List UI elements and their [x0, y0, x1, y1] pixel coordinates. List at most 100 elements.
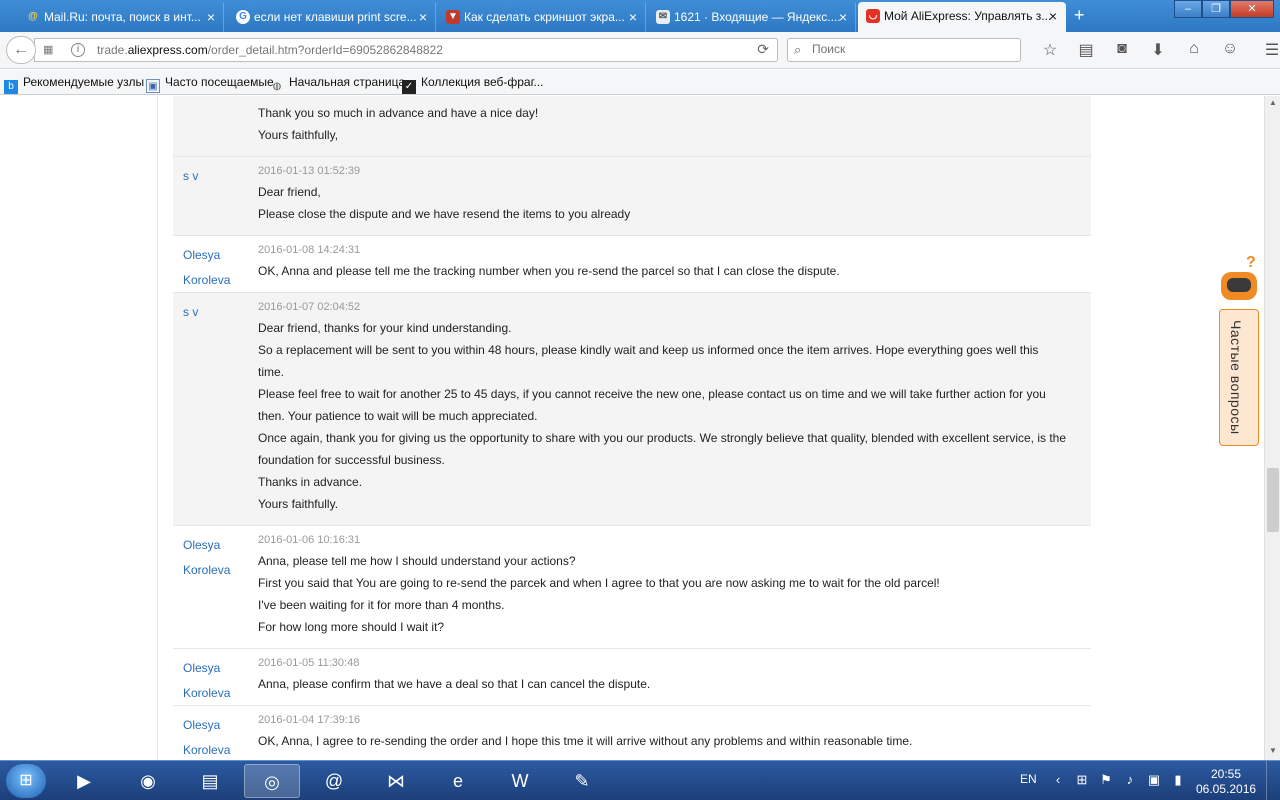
minimize-button[interactable]: –	[1174, 0, 1202, 18]
tab-label: Мой AliExpress: Управлять з...	[884, 9, 1052, 23]
message-text: Dear friend, thanks for your kind unders…	[258, 321, 512, 335]
firefox-icon[interactable]: ◎	[244, 764, 300, 798]
message-body: 2016-01-13 01:52:39 Dear friend, Please cl…	[258, 163, 1091, 225]
faq-button[interactable]: Частые вопросы	[1219, 309, 1259, 446]
message-text: Yours faithfully.	[258, 497, 339, 511]
info-icon[interactable]: i	[71, 43, 85, 57]
tab-label: Как сделать скриншот экра...	[464, 10, 625, 24]
menu-icon[interactable]: ☰	[1254, 40, 1280, 60]
paint-icon[interactable]: ✎	[554, 764, 610, 798]
tab-screenshot-howto[interactable]: ▼ Как сделать скриншот экра... ×	[438, 3, 646, 32]
tab-aliexpress[interactable]: ◡ Мой AliExpress: Управлять з... ×	[858, 2, 1066, 32]
maximize-button[interactable]: ❐	[1202, 0, 1230, 18]
message-body: 2016-01-07 02:04:52 Dear friend, thanks f…	[258, 299, 1091, 515]
message-item: Olesya Koroleva 2016-01-05 11:30:48 Anna, p…	[173, 649, 1091, 706]
grid-icon[interactable]: ▦	[43, 43, 57, 56]
message-item: Olesya Koroleva 2016-01-04 17:39:16 OK, Ann…	[173, 706, 1091, 760]
help-robot-icon[interactable]: ?	[1218, 254, 1260, 310]
message-date: 2016-01-13 01:52:39	[258, 165, 361, 177]
tab-mailru[interactable]: @ Mail.Ru: почта, поиск в инт... ×	[18, 3, 224, 32]
windows-taskbar: ⊞ ▶ ◉ ▤ ◎ @ ⋈ e W ✎ EN ‹ ⊞ ⚑ ♪ ▣ ▮ 20:55…	[0, 760, 1280, 800]
bookmark-frequent[interactable]: ▣ Часто посещаемые	[146, 75, 274, 93]
tab-yandex-mail[interactable]: ✉ 1621 · Входящие — Яндекс.... ×	[648, 3, 856, 32]
message-item: s v 2016-01-07 02:04:52 Dear friend, thank…	[173, 293, 1091, 526]
scroll-thumb[interactable]	[1267, 468, 1279, 532]
vertical-scrollbar[interactable]: ▲ ▼	[1264, 96, 1280, 760]
back-button[interactable]: ←	[6, 36, 36, 64]
volume-icon[interactable]: ♪	[1118, 772, 1142, 788]
close-icon[interactable]: ×	[1049, 2, 1057, 30]
media-player-icon[interactable]: ▶	[56, 764, 112, 798]
message-text: Dear friend,	[258, 185, 321, 199]
message-text: Please close the dispute and we have res…	[258, 207, 631, 221]
message-text: Thanks in advance.	[258, 475, 363, 489]
action-center-icon[interactable]: ⚑	[1094, 772, 1118, 788]
message-text: Anna, please confirm that we have a deal…	[258, 677, 651, 691]
navigation-bar: ▦ i trade.aliexpress.com/order_detail.ht…	[0, 32, 1280, 69]
new-tab-button[interactable]: +	[1074, 5, 1085, 26]
close-icon[interactable]: ×	[629, 3, 637, 31]
internet-explorer-icon[interactable]: e	[430, 764, 486, 798]
tab-google[interactable]: G если нет клавиши print scre... ×	[228, 3, 436, 32]
message-text: First you said that You are going to re-…	[258, 576, 940, 590]
search-input[interactable]	[812, 42, 1012, 56]
window-close-button[interactable]: ✕	[1230, 0, 1274, 18]
reading-list-icon[interactable]: ▤	[1068, 40, 1104, 60]
message-author[interactable]: Olesya Koroleva	[183, 533, 243, 583]
show-desktop-button[interactable]	[1266, 761, 1280, 800]
download-icon[interactable]: ⬇	[1140, 40, 1176, 60]
close-icon[interactable]: ×	[419, 3, 427, 31]
message-date: 2016-01-04 17:39:16	[258, 714, 361, 726]
mail-icon: ✉	[656, 10, 670, 24]
message-author[interactable]: Olesya Koroleva	[183, 243, 243, 293]
bookmark-home[interactable]: ◍ Начальная страница	[270, 75, 405, 94]
question-mark-icon: ?	[1246, 254, 1256, 271]
language-indicator[interactable]: EN	[1020, 772, 1037, 786]
url-text[interactable]: trade.aliexpress.com/order_detail.htm?or…	[97, 43, 443, 57]
close-icon[interactable]: ×	[839, 3, 847, 31]
message-body: 2016-01-06 10:16:31 Anna, please tell me …	[258, 532, 1091, 638]
message-date: 2016-01-07 02:04:52	[258, 301, 361, 313]
page-content: further action.Thank you so much in adva…	[0, 96, 1264, 760]
reload-icon[interactable]: ⟳	[757, 41, 769, 58]
message-text: OK, Anna, I agree to re-sending the orde…	[258, 734, 913, 748]
windows-flag-icon[interactable]: ⊞	[1070, 772, 1094, 788]
visual-studio-icon[interactable]: ⋈	[368, 764, 424, 798]
message-author[interactable]: Olesya Koroleva	[183, 713, 243, 760]
app-tray-icon[interactable]: ▣	[1142, 772, 1166, 788]
message-body: further action.Thank you so much in adva…	[258, 96, 1091, 146]
divider	[157, 96, 158, 760]
pocket-icon[interactable]: ◙	[1104, 40, 1140, 60]
chrome-icon[interactable]: ◉	[120, 764, 176, 798]
message-author[interactable]: Olesya Koroleva	[183, 656, 243, 706]
message-author[interactable]: s v	[183, 300, 243, 325]
mail-agent-icon[interactable]: @	[306, 764, 362, 798]
message-text: then. Your patience to wait will be much…	[258, 409, 538, 423]
message-author[interactable]: s v	[183, 164, 243, 189]
close-icon[interactable]: ×	[207, 3, 215, 31]
bookmark-star-icon[interactable]: ☆	[1032, 40, 1068, 60]
chevron-left-icon[interactable]: ‹	[1046, 772, 1070, 788]
network-icon[interactable]: ▮	[1166, 772, 1190, 788]
web-slice-icon: ✓	[402, 80, 416, 94]
url-bar[interactable]: ▦ i trade.aliexpress.com/order_detail.ht…	[34, 38, 778, 62]
file-explorer-icon[interactable]: ▤	[182, 764, 238, 798]
message-text: So a replacement will be sent to you wit…	[258, 343, 1039, 357]
aliexpress-icon: ◡	[866, 9, 880, 23]
search-box[interactable]: ⌕	[787, 38, 1021, 62]
message-text: Anna, please tell me how I should unders…	[258, 554, 576, 568]
clock-time: 20:55	[1210, 767, 1242, 781]
start-button[interactable]: ⊞	[6, 764, 46, 798]
bookmarks-bar: b Рекомендуемые узлы ▣ Часто посещаемые ◍ Н…	[0, 70, 1280, 95]
scroll-down-icon[interactable]: ▼	[1267, 746, 1279, 758]
message-date: 2016-01-06 10:16:31	[258, 534, 361, 546]
message-body: 2016-01-08 14:24:31 OK, Anna and please t…	[258, 242, 1091, 282]
chat-icon[interactable]: ☺	[1212, 40, 1248, 60]
home-icon[interactable]: ⌂	[1176, 40, 1212, 60]
scroll-up-icon[interactable]: ▲	[1267, 98, 1279, 110]
clock[interactable]: 20:55 06.05.2016	[1196, 767, 1256, 797]
word-icon[interactable]: W	[492, 764, 548, 798]
tab-label: 1621 · Входящие — Яндекс....	[674, 10, 841, 24]
bookmark-recommended[interactable]: b Рекомендуемые узлы	[4, 75, 144, 94]
bookmark-web-slices[interactable]: ✓ Коллекция веб-фраг...	[402, 75, 544, 94]
